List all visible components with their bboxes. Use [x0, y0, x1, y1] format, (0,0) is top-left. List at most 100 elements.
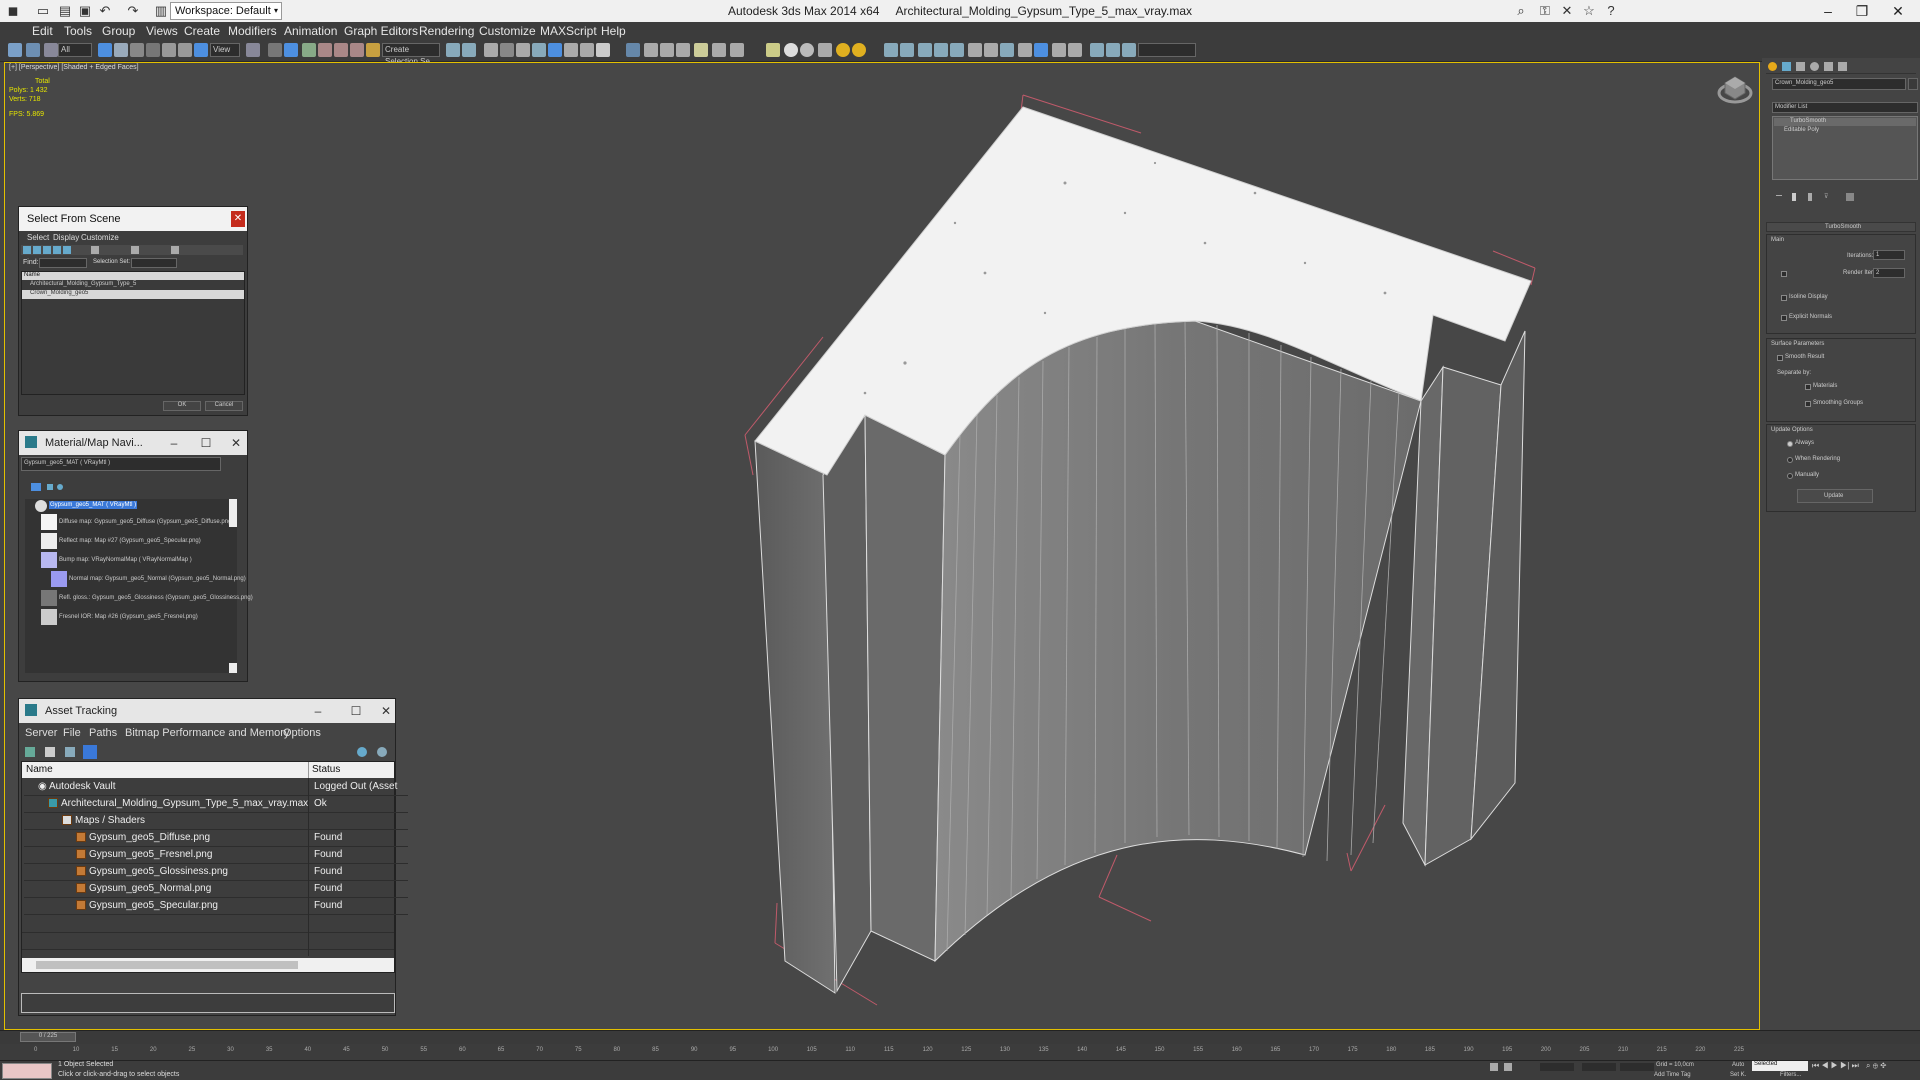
sfs-filter-cameras-icon[interactable] [53, 246, 61, 254]
at-horizontal-scrollbar[interactable] [22, 958, 394, 972]
at-table-view-icon[interactable] [83, 745, 97, 759]
sfs-ok-button[interactable]: OK [163, 401, 201, 411]
play-controls[interactable]: ⏮ ◀ ▶ ▶| ⏭ [1812, 1061, 1859, 1071]
sfs-menu-select[interactable]: Select [27, 233, 49, 242]
mmn-current-field[interactable]: Gypsum_geo5_MAT ( VRayMtl ) [21, 457, 221, 471]
mmn-view-options-icon[interactable] [47, 484, 53, 490]
sfs-item-crown-molding[interactable]: Crown_Molding_geo5 [22, 290, 244, 299]
menu-maxscript[interactable]: MAXScript [540, 24, 597, 38]
at-row-diffuse[interactable]: Gypsum_geo5_Diffuse.png Found [24, 830, 408, 847]
sfs-display-icon[interactable] [91, 246, 99, 254]
set-key-button[interactable]: Set K. [1730, 1072, 1746, 1078]
render-iters-spinner[interactable]: 2 [1873, 268, 1905, 278]
z-coordinate-field[interactable] [1620, 1063, 1654, 1071]
select-object-icon[interactable] [98, 43, 112, 57]
menu-views[interactable]: Views [146, 24, 178, 38]
signin-icon[interactable]: ⚿ [1536, 2, 1554, 20]
vray-toolbar-21-icon[interactable] [1106, 43, 1120, 57]
render-iters-checkbox[interactable] [1781, 271, 1787, 277]
menu-help[interactable]: Help [601, 24, 626, 38]
material-editor-icon[interactable] [548, 43, 562, 57]
hierarchy-tab-icon[interactable] [1796, 62, 1805, 71]
rendered-frame-window-icon[interactable] [580, 43, 594, 57]
vray-toolbar-11-icon[interactable] [934, 43, 948, 57]
mmn-view-list-icon[interactable] [31, 483, 41, 491]
percent-snap-icon[interactable] [334, 43, 348, 57]
vray-toolbar-10-icon[interactable] [918, 43, 932, 57]
menu-animation[interactable]: Animation [284, 24, 337, 38]
materials-checkbox[interactable] [1805, 384, 1811, 390]
mmn-close-button[interactable]: ✕ [221, 434, 251, 452]
move-icon[interactable] [162, 43, 176, 57]
make-unique-icon[interactable] [1808, 193, 1812, 201]
window-crossing-icon[interactable] [146, 43, 160, 57]
close-window-button[interactable]: ✕ [1876, 0, 1920, 22]
at-row-normal[interactable]: Gypsum_geo5_Normal.png Found [24, 881, 408, 898]
render-setup-icon[interactable] [564, 43, 578, 57]
curve-editor-icon[interactable] [516, 43, 530, 57]
vray-sphere-icon[interactable] [784, 43, 798, 57]
vray-toolbar-1-icon[interactable] [626, 43, 640, 57]
object-name-field[interactable]: Crown_Molding_geo5 [1772, 78, 1906, 90]
configure-sets-icon[interactable] [1846, 193, 1854, 201]
utilities-tab-icon[interactable] [1838, 62, 1847, 71]
isoline-display-checkbox[interactable] [1781, 295, 1787, 301]
motion-tab-icon[interactable] [1810, 62, 1819, 71]
schematic-view-icon[interactable] [532, 43, 546, 57]
at-list-icon[interactable] [65, 747, 75, 757]
mmn-maximize-button[interactable]: ☐ [191, 434, 221, 452]
vray-plane-icon[interactable] [766, 43, 780, 57]
modifier-list-dropdown[interactable]: Modifier List [1772, 102, 1918, 113]
vray-dome-icon[interactable] [852, 43, 866, 57]
vray-toolbar-8-icon[interactable] [884, 43, 898, 57]
menu-customize[interactable]: Customize [479, 24, 536, 38]
mmn-scroll-bottom[interactable] [229, 663, 237, 673]
at-col-divider[interactable] [308, 762, 309, 778]
sfs-filter-shapes-icon[interactable] [33, 246, 41, 254]
vray-toolbar-17-icon[interactable] [1034, 43, 1048, 57]
turbosmooth-rollout-header[interactable]: TurboSmooth [1766, 222, 1916, 232]
vray-toolbar-22-icon[interactable] [1122, 43, 1136, 57]
select-manipulate-icon[interactable] [268, 43, 282, 57]
vray-toolbar-18-icon[interactable] [1052, 43, 1066, 57]
pin-stack-icon[interactable] [1776, 195, 1782, 196]
at-menu-paths[interactable]: Paths [89, 727, 117, 739]
selection-filter-dropdown[interactable]: All [58, 43, 92, 57]
keyboard-shortcut-icon[interactable] [284, 43, 298, 57]
create-tab-icon[interactable] [1768, 62, 1777, 71]
iterations-spinner[interactable]: 1 [1873, 250, 1905, 260]
named-selection-dropdown[interactable]: Create Selection Se [382, 43, 440, 66]
manually-radio[interactable] [1787, 473, 1793, 479]
vray-toolbar-14-icon[interactable] [984, 43, 998, 57]
graphite-ribbon-icon[interactable] [500, 43, 514, 57]
mmn-material-root[interactable]: Gypsum_geo5_MAT ( VRayMtl ) [29, 499, 149, 513]
at-col-status[interactable]: Status [312, 762, 340, 778]
at-checkout-icon[interactable] [45, 747, 55, 757]
menu-tools[interactable]: Tools [64, 24, 92, 38]
always-radio[interactable] [1787, 441, 1793, 447]
sfs-selection-set-dropdown[interactable] [131, 258, 177, 268]
layer-manager-icon[interactable] [484, 43, 498, 57]
sfs-display-3-icon[interactable] [171, 246, 179, 254]
viewport-nav-controls[interactable]: ⌕ ⊕ ✥ [1866, 1061, 1886, 1071]
vray-toolbar-4-icon[interactable] [676, 43, 690, 57]
menu-modifiers[interactable]: Modifiers [228, 24, 277, 38]
sfs-menu-display[interactable]: Display [53, 233, 79, 242]
vray-sun-icon[interactable] [836, 43, 850, 57]
at-maximize-button[interactable]: ☐ [341, 702, 371, 720]
extra-toolbar-dropdown[interactable] [1138, 43, 1196, 57]
modify-tab-icon[interactable] [1782, 62, 1791, 71]
at-menu-server[interactable]: Server [25, 727, 57, 739]
sfs-filter-helpers-icon[interactable] [63, 246, 71, 254]
smoothing-groups-checkbox[interactable] [1805, 401, 1811, 407]
vray-toolbar-13-icon[interactable] [968, 43, 982, 57]
align-icon[interactable] [462, 43, 476, 57]
at-menu-file[interactable]: File [63, 727, 81, 739]
at-path-field[interactable] [21, 993, 395, 1013]
select-by-name-icon[interactable] [114, 43, 128, 57]
favorites-icon[interactable]: ☆ [1580, 2, 1598, 20]
track-bar[interactable]: 0 10 15 20 25 30 35 40 45 50 55 60 65 70 75 80 85 90 95 100… [0, 1044, 1920, 1060]
mmn-scrollbar[interactable] [229, 499, 237, 527]
vray-toolbar-16-icon[interactable] [1018, 43, 1032, 57]
y-coordinate-field[interactable] [1582, 1063, 1616, 1071]
